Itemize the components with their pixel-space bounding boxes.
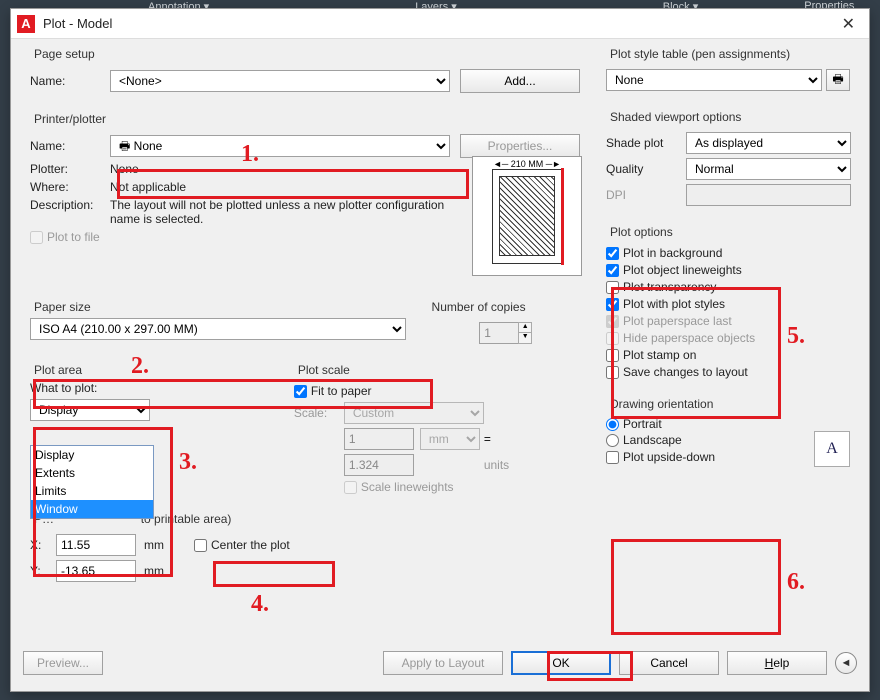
orientation-icon: A: [814, 431, 850, 467]
printer-name-select[interactable]: 🖶 None: [110, 135, 450, 157]
apply-to-layout-button: Apply to Layout: [383, 651, 503, 675]
scale-unit-select: mm: [420, 428, 480, 450]
offset-y-input[interactable]: [56, 560, 136, 582]
what-to-plot-dropdown[interactable]: Display Extents Limits Window: [30, 445, 154, 519]
plot-style-select[interactable]: None: [606, 69, 822, 91]
shaded-legend: Shaded viewport options: [606, 110, 745, 124]
scale-denom: [344, 454, 414, 476]
quality-label: Quality: [606, 162, 686, 176]
plot-area-legend: Plot area: [30, 363, 86, 377]
plot-options-group: Plot options Plot in background Plot obj…: [599, 225, 857, 389]
scale-unit2: units: [484, 458, 509, 472]
dpi-label: DPI: [606, 188, 686, 202]
shade-plot-label: Shade plot: [606, 136, 686, 150]
preview-button: Preview...: [23, 651, 103, 675]
titlebar: A Plot - Model ✕: [11, 9, 869, 39]
quality-select[interactable]: Normal: [686, 158, 851, 180]
orientation-legend: Drawing orientation: [606, 397, 717, 411]
what-to-plot-select[interactable]: Display: [30, 399, 150, 421]
copies-spin-up[interactable]: ▲: [518, 322, 532, 333]
opt-paperspace-last-check: Plot paperspace last: [606, 314, 850, 328]
page-setup-legend: Page setup: [30, 47, 99, 61]
plot-area-opt-limits[interactable]: Limits: [31, 482, 153, 500]
plot-area-opt-display[interactable]: Display: [31, 446, 153, 464]
scale-lineweights-check: Scale lineweights: [344, 480, 584, 494]
opt-hide-paperspace-check: Hide paperspace objects: [606, 331, 850, 345]
offset-x-input[interactable]: [56, 534, 136, 556]
dpi-input: [686, 184, 851, 206]
shaded-group: Shaded viewport options Shade plot As di…: [599, 110, 858, 217]
shade-plot-select[interactable]: As displayed: [686, 132, 851, 154]
app-icon: A: [17, 15, 35, 33]
printer-legend: Printer/plotter: [30, 112, 110, 126]
paper-size-legend: Paper size: [30, 300, 95, 314]
copies-group: Number of copies ▲ ▼: [421, 300, 591, 355]
scale-label: Scale:: [294, 406, 344, 420]
dialog-title: Plot - Model: [43, 16, 834, 31]
offset-x-label: X:: [30, 538, 56, 552]
close-button[interactable]: ✕: [834, 14, 863, 34]
plot-dialog: A Plot - Model ✕ Page setup Name: <None>…: [10, 8, 870, 692]
page-setup-group: Page setup Name: <None> Add...: [23, 47, 591, 104]
center-plot-check[interactable]: Center the plot: [194, 538, 290, 552]
plot-style-edit-button[interactable]: 🖶: [826, 69, 850, 91]
where-label: Where:: [30, 180, 110, 194]
what-to-plot-label: What to plot:: [30, 381, 272, 395]
paper-size-group: Paper size ISO A4 (210.00 x 297.00 MM): [23, 300, 413, 355]
plot-style-group: Plot style table (pen assignments) None …: [599, 47, 857, 102]
scale-num: [344, 428, 414, 450]
paper-preview: ◄─ 210 MM ─►: [472, 156, 582, 276]
desc-value: The layout will not be plotted unless a …: [110, 198, 450, 226]
plot-area-opt-window[interactable]: Window: [31, 500, 153, 518]
pagesetup-add-button[interactable]: Add...: [460, 69, 580, 93]
opt-plotstyles-check[interactable]: Plot with plot styles: [606, 297, 850, 311]
fit-to-paper-check[interactable]: Fit to paper: [294, 384, 584, 398]
pagesetup-name-select[interactable]: <None>: [110, 70, 450, 92]
opt-transparency-check[interactable]: Plot transparency: [606, 280, 850, 294]
plotter-label: Plotter:: [30, 162, 110, 176]
opt-save-layout-check[interactable]: Save changes to layout: [606, 365, 850, 379]
plot-offset-group: P… to printable area) X: mm Center the p…: [23, 512, 343, 593]
printer-name-label: Name:: [30, 139, 110, 153]
footer: Preview... Apply to Layout OK Cancel Hel…: [11, 645, 869, 681]
where-value: Not applicable: [110, 180, 186, 194]
plot-scale-legend: Plot scale: [294, 363, 354, 377]
orient-portrait-radio[interactable]: Portrait: [606, 417, 850, 431]
expand-button[interactable]: ◄: [835, 652, 857, 674]
pagesetup-name-label: Name:: [30, 74, 110, 88]
offset-y-label: Y:: [30, 564, 56, 578]
orientation-group: Drawing orientation Portrait Landscape P…: [599, 397, 857, 474]
opt-lineweights-check[interactable]: Plot object lineweights: [606, 263, 850, 277]
plot-style-legend: Plot style table (pen assignments): [606, 47, 794, 61]
plot-options-legend: Plot options: [606, 225, 677, 239]
desc-label: Description:: [30, 198, 110, 212]
opt-stamp-check[interactable]: Plot stamp on: [606, 348, 850, 362]
plot-area-opt-extents[interactable]: Extents: [31, 464, 153, 482]
printer-properties-button: Properties...: [460, 134, 580, 158]
plot-area-group: Plot area What to plot: Display Display …: [23, 363, 279, 504]
copies-spin-down[interactable]: ▼: [518, 333, 532, 344]
plot-scale-group: Plot scale Fit to paper Scale: Custom: [287, 363, 591, 504]
plotter-value: None: [110, 162, 139, 176]
printer-group: Printer/plotter Name: 🖶 None Properties.…: [23, 112, 591, 292]
paper-size-select[interactable]: ISO A4 (210.00 x 297.00 MM): [30, 318, 406, 340]
cancel-button[interactable]: Cancel: [619, 651, 719, 675]
scale-select: Custom: [344, 402, 484, 424]
help-button[interactable]: Help: [727, 651, 827, 675]
opt-background-check[interactable]: Plot in background: [606, 246, 850, 260]
copies-legend: Number of copies: [428, 300, 530, 314]
ok-button[interactable]: OK: [511, 651, 611, 675]
copies-input: [479, 322, 519, 344]
